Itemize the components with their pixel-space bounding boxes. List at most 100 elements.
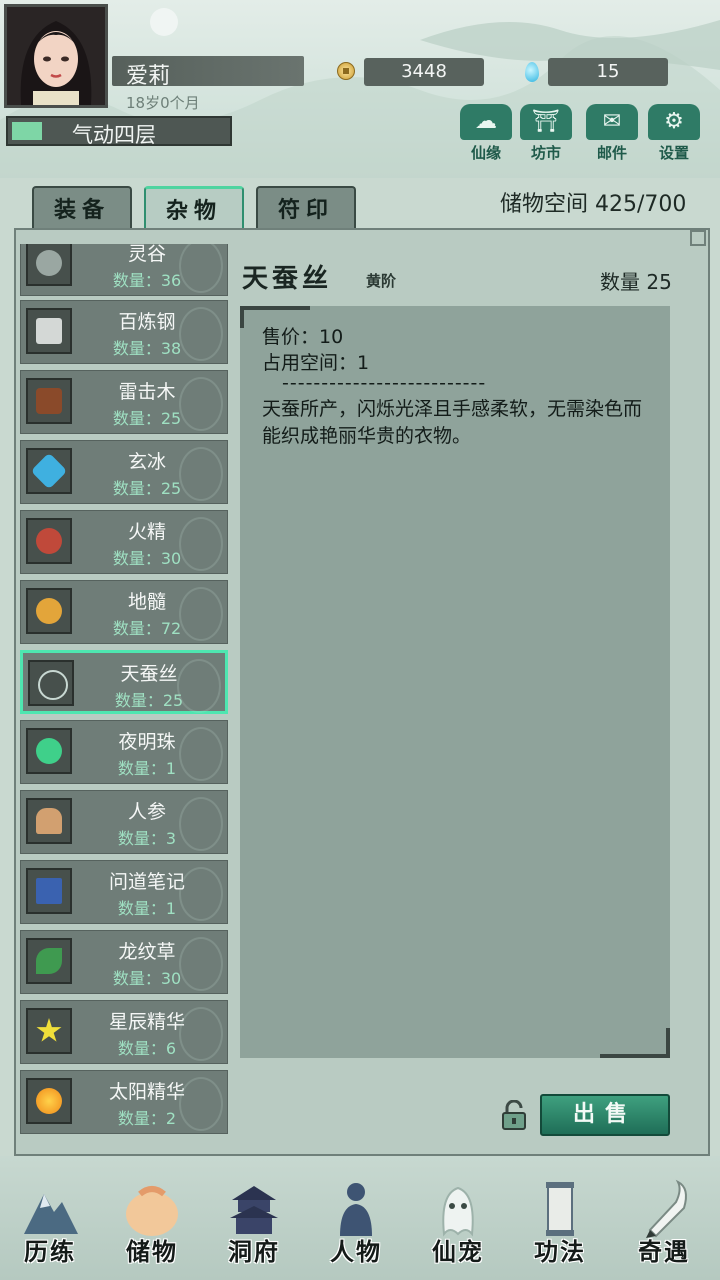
item-slot [26, 308, 72, 354]
night-pearl-icon [36, 738, 62, 764]
avatar-portrait [7, 7, 105, 105]
list-item[interactable]: 灵谷 数量：36 [20, 244, 228, 296]
detail-corner-bottom-right [600, 1028, 670, 1058]
corner-ornament [690, 230, 706, 246]
nav-pet[interactable]: 仙宠 [410, 1170, 506, 1274]
player-age: 18岁0个月 [126, 94, 200, 112]
nav-training[interactable]: 历练 [2, 1170, 98, 1274]
list-item[interactable]: 玄冰 数量：25 [20, 440, 228, 504]
detail-space: 占用空间：1 [262, 352, 370, 374]
mail-label: 邮件 [596, 144, 627, 162]
nav-storage[interactable]: 储物 [104, 1170, 200, 1274]
nav-adventure[interactable]: 奇遇 [616, 1170, 712, 1274]
lotus-ornament [179, 867, 223, 921]
nav-techniques[interactable]: 功法 [512, 1170, 608, 1274]
lotus-ornament [179, 587, 223, 641]
settings-label: 设置 [658, 144, 689, 162]
item-slot [26, 728, 72, 774]
sell-button[interactable]: 出售 [540, 1094, 670, 1136]
detail-grade: 黄阶 [366, 272, 397, 290]
lotus-ornament [179, 377, 223, 431]
detail-divider: -------------------------- [282, 372, 487, 394]
tab-misc[interactable]: 杂物 [144, 186, 244, 230]
list-item[interactable]: 火精 数量：30 [20, 510, 228, 574]
list-item[interactable]: 地髓 数量：72 [20, 580, 228, 644]
mountain-icon [24, 1194, 78, 1234]
earth-marrow-icon [36, 598, 62, 624]
nav-pet-label: 仙宠 [432, 1238, 484, 1266]
lotus-ornament [177, 659, 221, 713]
market-label: 坊市 [530, 144, 561, 162]
nav-adventure-label: 奇遇 [638, 1238, 690, 1266]
lotus-ornament [179, 447, 223, 501]
item-slot [26, 938, 72, 984]
player-name: 爱莉 [126, 64, 171, 89]
tab-equipment[interactable]: 装备 [32, 186, 132, 230]
lotus-ornament [179, 1077, 223, 1131]
list-item[interactable]: 太阳精华 数量：2 [20, 1070, 228, 1134]
lotus-ornament [179, 517, 223, 571]
lotus-ornament [179, 797, 223, 851]
ice-crystal-icon [30, 452, 68, 490]
item-slot [26, 798, 72, 844]
steel-ingot-icon [36, 318, 62, 344]
mail-button[interactable]: ✉ 邮件 [582, 104, 642, 164]
item-slot [26, 868, 72, 914]
lotus-ornament [179, 307, 223, 361]
market-icon: ⛩ [520, 104, 572, 140]
list-item[interactable]: 百炼钢 数量：38 [20, 300, 228, 364]
nav-storage-label: 储物 [126, 1238, 178, 1266]
list-item[interactable]: 龙纹草 数量：30 [20, 930, 228, 994]
storage-capacity: 储物空间 425/700 [500, 192, 687, 217]
notebook-icon [36, 878, 62, 904]
item-slot [26, 378, 72, 424]
pagoda-icon [230, 1186, 278, 1234]
item-slot [26, 588, 72, 634]
nav-character[interactable]: 人物 [308, 1170, 404, 1274]
player-avatar[interactable] [4, 4, 108, 108]
item-slot [26, 1008, 72, 1054]
detail-title: 天蚕丝 [242, 264, 333, 294]
brush-icon [646, 1179, 687, 1238]
detail-description: 天蚕所产，闪烁光泽且手感柔软，无需染色而能织成艳丽华贵的衣物。 [262, 398, 643, 447]
tab-seals[interactable]: 符印 [256, 186, 356, 230]
lotus-ornament [179, 1007, 223, 1061]
list-item[interactable]: 星辰精华 数量：6 [20, 1000, 228, 1064]
list-item[interactable]: 雷击木 数量：25 [20, 370, 228, 434]
item-list[interactable]: 灵谷 数量：36 百炼钢 数量：38 雷击木 数量：25 玄冰 数量：25 火精… [20, 244, 230, 1138]
nav-techniques-label: 功法 [534, 1238, 586, 1266]
item-slot [26, 448, 72, 494]
xianyuan-label: 仙缘 [470, 144, 501, 162]
nav-character-label: 人物 [330, 1238, 382, 1266]
fire-essence-icon [36, 528, 62, 554]
detail-price: 售价：10 [262, 326, 344, 348]
nav-cave[interactable]: 洞府 [206, 1170, 302, 1274]
lotus-ornament [179, 937, 223, 991]
lock-icon[interactable] [500, 1100, 528, 1130]
gem-count: 15 [548, 58, 668, 86]
sun-icon [36, 1088, 62, 1114]
realm-bar: 气动四层 [6, 116, 232, 147]
list-item-selected[interactable]: 天蚕丝 数量：25 [20, 650, 228, 714]
list-item[interactable]: 问道笔记 数量：1 [20, 860, 228, 924]
star-icon [36, 1018, 62, 1042]
pouch-icon [126, 1186, 178, 1236]
realm-progress-fill [12, 122, 42, 140]
scroll-icon [546, 1182, 574, 1236]
list-item[interactable]: 夜明珠 数量：1 [20, 720, 228, 784]
silk-thread-icon [38, 670, 68, 700]
realm-label: 气动四层 [72, 123, 156, 147]
item-slot [26, 1078, 72, 1124]
lotus-ornament [179, 727, 223, 781]
item-slot [26, 244, 72, 286]
list-item[interactable]: 人参 数量：3 [20, 790, 228, 854]
mail-icon: ✉ [586, 104, 638, 140]
nav-cave-label: 洞府 [228, 1238, 280, 1266]
xianyuan-button[interactable]: ☁ 仙缘 [456, 104, 516, 164]
settings-button[interactable]: ⚙ 设置 [644, 104, 704, 164]
person-icon [340, 1183, 372, 1236]
nav-training-label: 历练 [24, 1238, 76, 1266]
detail-quantity: 数量 25 [600, 270, 672, 294]
ginseng-icon [36, 808, 62, 834]
market-button[interactable]: ⛩ 坊市 [516, 104, 576, 164]
